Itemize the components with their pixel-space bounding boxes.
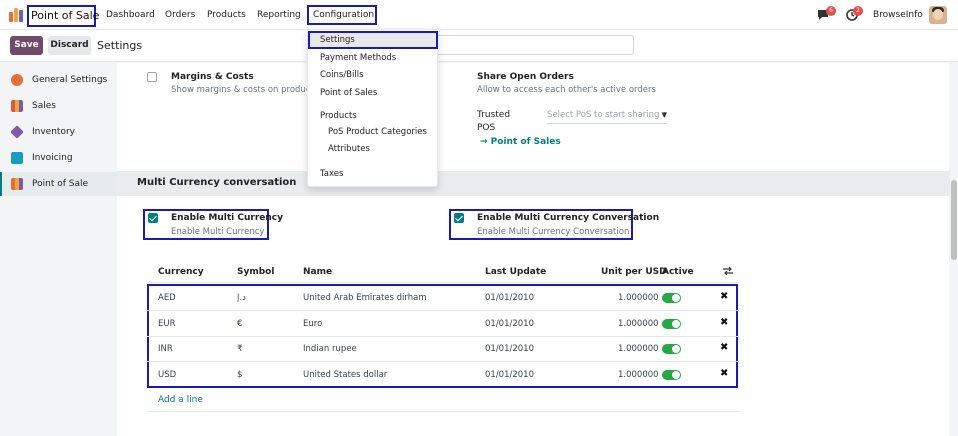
margins-costs-checkbox[interactable]	[147, 72, 157, 82]
cell-unit: 1.000000	[618, 344, 659, 354]
cell-unit: 1.000000	[618, 319, 659, 329]
sidebar-item-label: Inventory	[32, 127, 75, 137]
delete-row-icon[interactable]: ✖	[720, 342, 728, 353]
active-toggle[interactable]	[662, 370, 681, 380]
breadcrumb: Settings	[97, 39, 143, 52]
cell-last-update: 01/01/2010	[485, 293, 534, 303]
chevron-down-icon: ▼	[661, 111, 667, 119]
trusted-pos-select[interactable]: Select PoS to start sharing c ▼	[547, 110, 667, 124]
settings-sidebar	[0, 63, 117, 436]
enable-multi-currency-checkbox[interactable]	[148, 213, 158, 223]
cell-currency: EUR	[158, 319, 176, 329]
scrollbar-thumb[interactable]	[951, 180, 957, 260]
dropdown-item-payment-methods[interactable]: Payment Methods	[320, 53, 396, 63]
cell-name: Euro	[303, 319, 323, 329]
column-name[interactable]: Name	[303, 267, 332, 277]
cell-symbol: د.إ	[237, 293, 246, 303]
sidebar-item-invoicing[interactable]: Invoicing	[0, 146, 117, 170]
row-divider	[147, 336, 739, 337]
delete-row-icon[interactable]: ✖	[720, 368, 728, 379]
column-active[interactable]: Active	[662, 267, 694, 277]
dropdown-item-taxes[interactable]: Taxes	[320, 169, 343, 179]
enable-multi-currency-conversation-description: Enable Multi Currency Conversation	[477, 227, 630, 237]
cell-symbol: ₹	[237, 344, 243, 354]
delete-row-icon[interactable]: ✖	[720, 317, 728, 328]
enable-multi-currency-conversation-checkbox[interactable]	[454, 213, 464, 223]
section-title: Multi Currency conversation	[137, 177, 297, 188]
save-button[interactable]: Save	[10, 36, 43, 55]
cell-last-update: 01/01/2010	[485, 370, 534, 380]
enable-multi-currency-label: Enable Multi Currency	[171, 213, 283, 223]
dropdown-item-coins-bills[interactable]: Coins/Bills	[320, 70, 364, 80]
cell-unit: 1.000000	[618, 293, 659, 303]
menu-dashboard[interactable]: Dashboard	[106, 10, 155, 20]
row-divider	[147, 361, 739, 362]
enable-multi-currency-conversation-label: Enable Multi Currency Conversation	[477, 213, 660, 223]
menu-orders[interactable]: Orders	[165, 10, 195, 20]
trusted-pos-placeholder: Select PoS to start sharing c	[547, 110, 667, 120]
sidebar-item-sales[interactable]: Sales	[0, 94, 117, 118]
dropdown-item-attributes[interactable]: Attributes	[328, 144, 370, 154]
cell-last-update: 01/01/2010	[485, 319, 534, 329]
margins-costs-description: Show margins & costs on product	[171, 85, 314, 95]
dropdown-header-products: Products	[320, 111, 357, 121]
dropdown-item-point-of-sales[interactable]: Point of Sales	[320, 88, 377, 98]
column-currency[interactable]: Currency	[158, 267, 204, 277]
sidebar-item-general-settings[interactable]: General Settings	[0, 68, 117, 92]
messages-badge: 6	[826, 6, 836, 16]
share-orders-label: Share Open Orders	[477, 72, 574, 82]
dropdown-item-pos-product-categories[interactable]: PoS Product Categories	[328, 127, 427, 137]
table-footer-divider	[147, 411, 739, 412]
pos-app-icon[interactable]	[9, 8, 25, 22]
margins-costs-label: Margins & Costs	[171, 72, 254, 82]
active-toggle[interactable]	[662, 344, 681, 354]
sidebar-item-label: Point of Sale	[32, 179, 89, 189]
sidebar-item-label: Sales	[32, 101, 56, 111]
sidebar-item-label: Invoicing	[32, 153, 73, 163]
inventory-icon	[10, 125, 24, 139]
discard-button[interactable]: Discard	[48, 36, 91, 55]
cell-unit: 1.000000	[618, 370, 659, 380]
settings-search-input[interactable]	[430, 35, 634, 55]
point-of-sales-link[interactable]: → Point of Sales	[480, 137, 561, 147]
sales-icon	[11, 100, 23, 112]
share-orders-description: Allow to access each other's active orde…	[477, 85, 656, 95]
row-divider	[147, 310, 739, 311]
active-toggle[interactable]	[662, 293, 681, 303]
menu-products[interactable]: Products	[207, 10, 246, 20]
cell-currency: INR	[158, 344, 173, 354]
sidebar-item-label: General Settings	[32, 75, 108, 85]
cell-name: United States dollar	[303, 370, 388, 380]
invoicing-icon	[11, 152, 23, 164]
pos-icon	[11, 178, 23, 190]
dropdown-item-settings[interactable]: Settings	[320, 35, 355, 45]
menu-reporting[interactable]: Reporting	[257, 10, 301, 20]
active-toggle[interactable]	[662, 319, 681, 329]
user-avatar[interactable]	[929, 6, 947, 24]
sidebar-item-point-of-sale[interactable]: Point of Sale	[0, 172, 117, 196]
cell-name: United Arab Emirates dirham	[303, 293, 427, 303]
column-symbol[interactable]: Symbol	[237, 267, 274, 277]
menu-configuration[interactable]: Configuration	[313, 10, 374, 20]
user-menu[interactable]: BrowseInfo	[873, 10, 923, 20]
column-settings-icon[interactable]	[722, 266, 734, 276]
general-settings-icon	[11, 74, 23, 86]
enable-multi-currency-description: Enable Multi Currency	[171, 227, 265, 237]
cell-symbol: $	[237, 370, 243, 380]
trusted-pos-label: Trusted	[477, 110, 511, 120]
column-unit-per-usd[interactable]: Unit per USD	[601, 267, 667, 277]
cell-name: Indian rupee	[303, 344, 357, 354]
add-line-link[interactable]: Add a line	[158, 395, 203, 405]
cell-currency: USD	[158, 370, 177, 380]
cell-currency: AED	[158, 293, 176, 303]
cell-last-update: 01/01/2010	[485, 344, 534, 354]
cell-symbol: €	[237, 319, 243, 329]
activity-badge: 2	[853, 6, 863, 16]
trusted-pos-label-2: POS	[477, 123, 496, 133]
delete-row-icon[interactable]: ✖	[720, 291, 728, 302]
sidebar-item-inventory[interactable]: Inventory	[0, 120, 117, 144]
column-last-update[interactable]: Last Update	[485, 267, 546, 277]
app-name[interactable]: Point of Sale	[31, 9, 99, 22]
header-divider	[147, 282, 739, 283]
